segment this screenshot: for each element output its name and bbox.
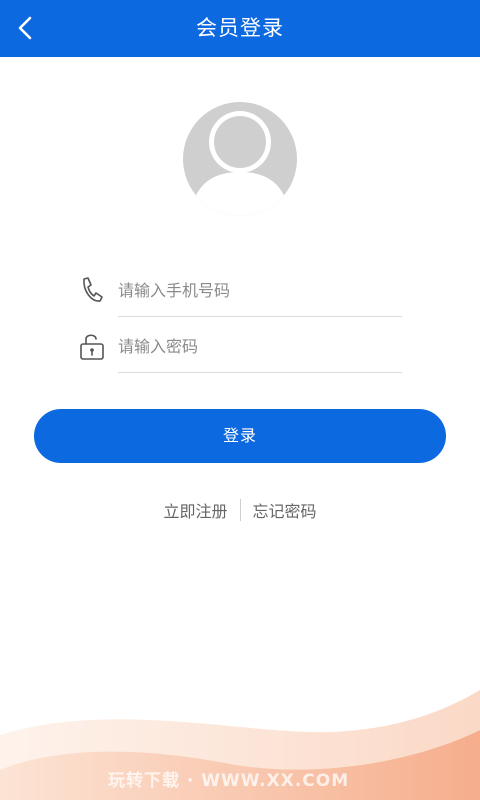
login-button[interactable]: 登录 [34,409,446,463]
page-title: 会员登录 [196,16,284,40]
user-avatar-icon [183,102,297,216]
phone-icon [83,277,103,302]
password-underline [118,372,402,373]
password-field [78,321,402,373]
header-bar: 会员登录 [0,0,480,57]
watermark: 玩转下载 · WWW.XX.COM [108,771,350,791]
password-input[interactable] [118,329,400,363]
phone-input[interactable] [118,273,400,307]
auth-links: 立即注册 忘记密码 [0,496,480,524]
phone-underline [118,316,402,317]
phone-field [78,265,402,317]
register-link[interactable]: 立即注册 [163,498,227,522]
lock-open-icon [80,334,104,360]
forgot-password-link[interactable]: 忘记密码 [253,498,317,522]
links-divider [239,499,241,521]
